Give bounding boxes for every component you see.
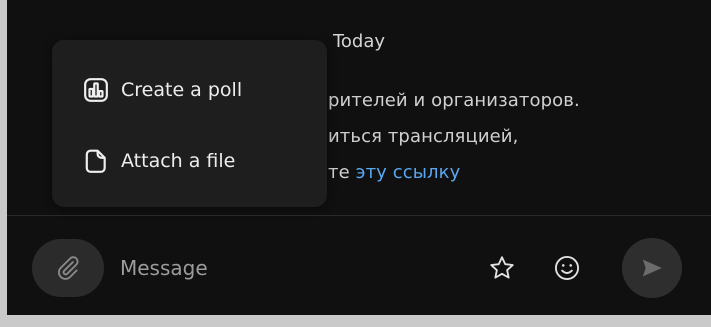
message-composer xyxy=(7,216,711,315)
send-icon xyxy=(639,255,665,281)
poll-icon xyxy=(83,77,109,103)
menu-item-attach-file[interactable]: Attach a file xyxy=(52,131,327,191)
emoji-icon xyxy=(553,254,581,282)
attach-menu-popup: Create a poll Attach a file xyxy=(52,40,327,207)
menu-item-label: Create a poll xyxy=(121,79,243,101)
send-button[interactable] xyxy=(622,238,682,298)
menu-item-create-poll[interactable]: Create a poll xyxy=(52,60,327,120)
file-icon xyxy=(83,148,109,174)
favorite-button[interactable] xyxy=(484,250,520,286)
chat-window: Today рителей и организаторов. иться тра… xyxy=(7,0,711,315)
message-text-line: иться трансляцией, xyxy=(328,126,519,147)
attach-button[interactable] xyxy=(32,239,104,297)
message-text-line: рителей и организаторов. xyxy=(328,90,580,111)
message-text: те xyxy=(328,162,356,183)
menu-item-label: Attach a file xyxy=(121,150,236,172)
message-text-line: те эту ссылку xyxy=(328,162,460,183)
star-icon xyxy=(488,254,516,282)
message-link[interactable]: эту ссылку xyxy=(356,162,461,183)
paperclip-icon xyxy=(55,255,81,281)
emoji-button[interactable] xyxy=(549,250,585,286)
message-input[interactable] xyxy=(120,252,460,284)
